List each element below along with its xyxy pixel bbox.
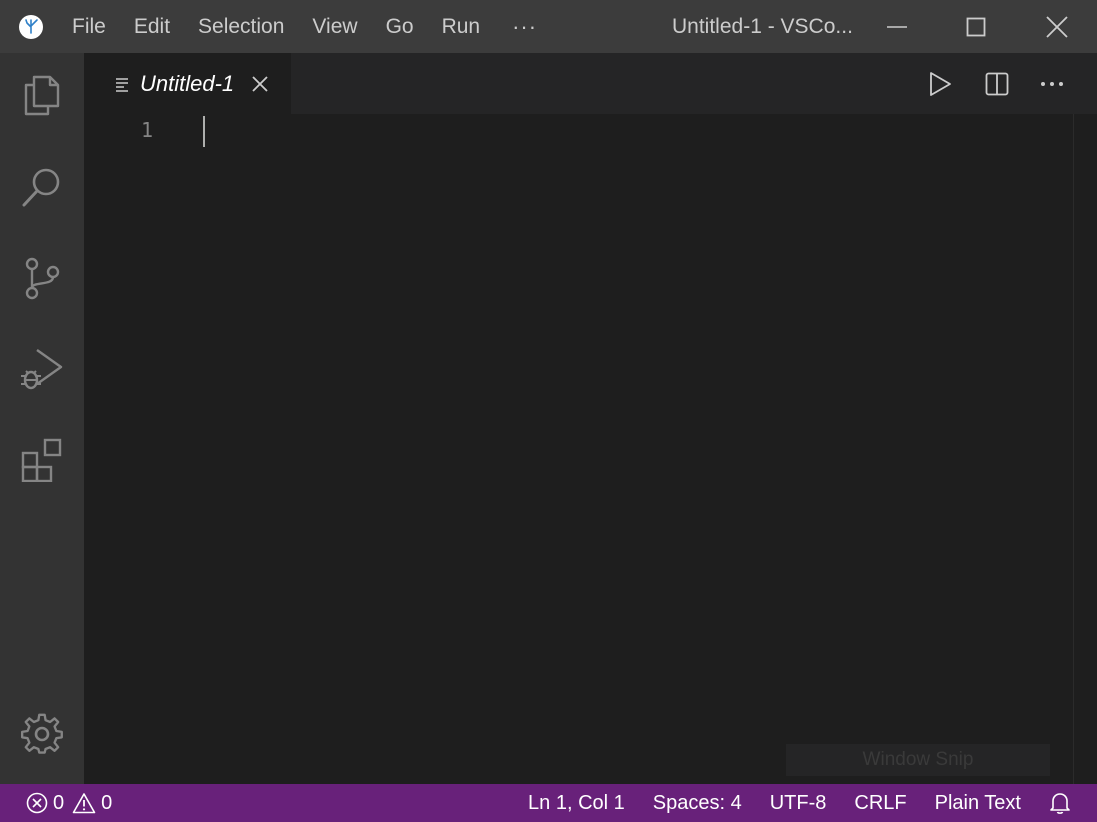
menu-file[interactable]: File	[58, 0, 120, 53]
menu-run[interactable]: Run	[428, 0, 495, 53]
plain-text-file-icon	[114, 74, 134, 94]
window-snip-overlay: Window Snip	[786, 744, 1050, 776]
line-number: 1	[141, 118, 154, 142]
explorer-icon	[24, 75, 60, 116]
encoding[interactable]: UTF-8	[756, 784, 841, 822]
minimize-button[interactable]	[867, 0, 927, 53]
window-title: Untitled-1 - VSCo...	[672, 15, 853, 38]
menu-selection[interactable]: Selection	[184, 0, 298, 53]
error-count: 0	[53, 791, 65, 814]
source-control-button[interactable]	[0, 236, 84, 320]
source-control-icon	[25, 257, 60, 300]
menu-go[interactable]: Go	[372, 0, 428, 53]
title-bar: File Edit Selection View Go Run ··· Unti…	[0, 0, 1097, 53]
language-mode[interactable]: Plain Text	[921, 784, 1035, 822]
activity-bar	[0, 53, 84, 784]
editor-area[interactable]: 1	[84, 114, 1073, 784]
run-icon	[930, 71, 951, 96]
more-actions-icon	[1041, 81, 1063, 86]
vscodium-logo-icon[interactable]	[18, 14, 44, 40]
warning-icon	[72, 793, 96, 814]
tab-close-button[interactable]	[248, 72, 272, 96]
menu-bar: File Edit Selection View Go Run ···	[58, 0, 555, 53]
menu-edit[interactable]: Edit	[120, 0, 184, 53]
close-icon	[1046, 15, 1068, 38]
split-editor-button[interactable]	[977, 53, 1017, 114]
search-icon	[22, 168, 60, 207]
error-icon	[26, 792, 48, 814]
status-right: Ln 1, Col 1 Spaces: 4 UTF-8 CRLF Plain T…	[514, 784, 1097, 822]
menu-more-button[interactable]: ···	[494, 0, 555, 53]
tab-untitled-1[interactable]: Untitled-1	[84, 53, 291, 114]
more-actions-button[interactable]	[1032, 53, 1072, 114]
maximize-icon	[966, 17, 986, 36]
bell-icon	[1050, 793, 1070, 814]
close-window-button[interactable]	[1027, 0, 1087, 53]
end-of-line[interactable]: CRLF	[840, 784, 920, 822]
gear-icon	[20, 713, 63, 754]
indentation[interactable]: Spaces: 4	[639, 784, 756, 822]
manage-button[interactable]	[0, 693, 84, 777]
run-debug-icon	[21, 349, 63, 390]
cursor-position[interactable]: Ln 1, Col 1	[514, 784, 639, 822]
extensions-icon	[21, 438, 62, 482]
text-cursor	[203, 116, 205, 147]
problems-indicator[interactable]: 0 0	[26, 784, 120, 822]
menu-view[interactable]: View	[298, 0, 371, 53]
run-debug-button[interactable]	[0, 327, 84, 411]
close-icon	[252, 75, 268, 92]
warning-count: 0	[101, 791, 113, 814]
tab-label: Untitled-1	[140, 70, 235, 96]
extensions-button[interactable]	[0, 418, 84, 502]
search-button[interactable]	[0, 145, 84, 229]
notifications-button[interactable]	[1035, 784, 1097, 822]
maximize-button[interactable]	[946, 0, 1006, 53]
explorer-button[interactable]	[0, 53, 84, 137]
editor-scrollbar[interactable]	[1073, 114, 1097, 784]
minimize-icon	[887, 25, 907, 28]
run-button[interactable]	[920, 53, 960, 114]
split-editor-icon	[985, 72, 1009, 95]
status-bar: 0 0 Ln 1, Col 1 Spaces: 4 UTF-8 CRLF Pla…	[0, 784, 1097, 822]
